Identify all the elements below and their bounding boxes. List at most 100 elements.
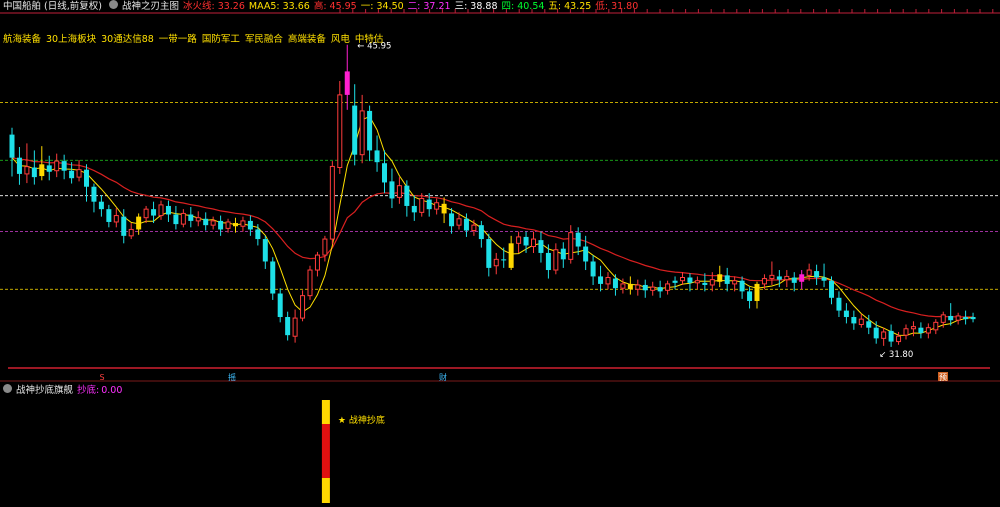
candle-body bbox=[396, 185, 402, 198]
candle-body bbox=[31, 167, 37, 178]
candle-body bbox=[158, 204, 164, 217]
indicator-values: 冰火线: 33.26 MAA5: 33.66 高: 45.95 一: 34.50 二: … bbox=[183, 0, 642, 14]
candle-body bbox=[382, 163, 387, 183]
candle-body bbox=[136, 216, 142, 230]
candle-body bbox=[531, 238, 536, 248]
candle-body bbox=[925, 327, 931, 334]
candle-body bbox=[218, 220, 224, 230]
candle-body bbox=[113, 215, 119, 223]
event-marker-m3: 财 bbox=[439, 372, 447, 382]
candle-body bbox=[717, 274, 723, 282]
concept-tag[interactable]: 30通达信88 bbox=[101, 34, 154, 45]
sub-indicator-name[interactable]: 战神抄底旗舰 bbox=[16, 384, 73, 398]
event-marker-m1: S bbox=[99, 373, 104, 382]
candle-body bbox=[478, 225, 484, 240]
candle-body bbox=[672, 280, 678, 283]
stock-title[interactable]: 中国船舶 (日线,前复权) bbox=[3, 0, 102, 14]
candle-body bbox=[568, 232, 574, 260]
candle-body bbox=[516, 236, 522, 244]
candle-body bbox=[680, 277, 685, 282]
candle-body bbox=[702, 282, 708, 285]
candle-body bbox=[493, 258, 499, 267]
legend-item: MAA5: 33.66 bbox=[248, 1, 310, 12]
candle-body bbox=[769, 274, 775, 280]
candle-body bbox=[687, 277, 693, 283]
candle-body bbox=[404, 185, 410, 206]
candle-body bbox=[821, 277, 827, 281]
event-marker-m4: 预 bbox=[939, 372, 947, 382]
candle-body bbox=[694, 280, 700, 284]
candle-body bbox=[255, 229, 261, 240]
candle-body bbox=[486, 239, 492, 268]
candle-body bbox=[210, 220, 216, 226]
indicator-name[interactable]: 战神之刃主图 bbox=[122, 0, 179, 14]
candle-body bbox=[121, 216, 127, 236]
candle-body bbox=[888, 330, 894, 342]
candle-body bbox=[426, 199, 432, 210]
legend-item: 五: 43.25 bbox=[548, 1, 592, 12]
candle-body bbox=[54, 160, 60, 172]
candle-body bbox=[642, 284, 648, 291]
candle-body bbox=[329, 165, 335, 240]
candle-body bbox=[69, 170, 75, 179]
candle-body bbox=[434, 202, 440, 210]
candle-body bbox=[829, 280, 834, 298]
candle-body bbox=[940, 314, 946, 323]
concept-tag[interactable]: 风电 bbox=[331, 34, 350, 45]
candle-body bbox=[322, 238, 328, 256]
candle-body bbox=[165, 205, 171, 215]
candle-body bbox=[620, 283, 626, 289]
candle-body bbox=[560, 248, 566, 260]
legend-item: 四: 40.54 bbox=[501, 1, 545, 12]
settings-gear-icon[interactable] bbox=[108, 0, 118, 9]
candle-body bbox=[61, 161, 67, 171]
candle-body bbox=[650, 286, 656, 291]
candle-body bbox=[344, 71, 350, 95]
sub-settings-gear-icon[interactable] bbox=[3, 384, 12, 393]
candle-body bbox=[665, 283, 671, 291]
concept-tag[interactable]: 高端装备 bbox=[288, 34, 326, 45]
candle-body bbox=[590, 261, 596, 277]
ma-short-line bbox=[11, 115, 974, 336]
concept-tags: 航海装备 30上海板块 30通达信88 一带一路 国防军工 军民融合 高端装备 风电 中特估 bbox=[3, 34, 388, 46]
candle-body bbox=[970, 317, 976, 320]
signal-label: ★ 战神抄底 bbox=[338, 414, 385, 426]
candle-body bbox=[657, 287, 663, 292]
concept-tag[interactable]: 30上海板块 bbox=[46, 34, 96, 45]
candle-body bbox=[180, 212, 186, 225]
candle-body bbox=[903, 328, 909, 336]
main-indicator-legend: 中国船舶 (日线,前复权) 战神之刃主图 冰火线: 33.26 MAA5: 33.… bbox=[0, 0, 642, 14]
legend-item: 高: 45.95 bbox=[313, 1, 357, 12]
signal-bar-top bbox=[321, 400, 330, 424]
candle-body bbox=[9, 134, 15, 158]
candle-body bbox=[143, 208, 149, 219]
candle-body bbox=[575, 232, 581, 247]
concept-tag[interactable]: 航海装备 bbox=[3, 34, 41, 45]
candle-body bbox=[881, 331, 887, 339]
candle-body bbox=[858, 318, 864, 325]
candle-body bbox=[955, 315, 961, 321]
concept-tag[interactable]: 中特估 bbox=[355, 34, 384, 45]
candle-body bbox=[963, 317, 969, 320]
candle-body bbox=[948, 315, 954, 321]
candle-body bbox=[106, 209, 112, 222]
concept-tag[interactable]: 一带一路 bbox=[159, 34, 197, 45]
legend-item: 三: 38.88 bbox=[454, 1, 498, 12]
candle-body bbox=[240, 220, 246, 227]
legend-item: 一: 34.50 bbox=[360, 1, 404, 12]
candle-body bbox=[270, 261, 276, 294]
main-chart[interactable]: ← 45.95↙ 31.80S摇财预★ 战神抄底★ 战神抄底 bbox=[0, 0, 1000, 503]
concept-tag[interactable]: 国防军工 bbox=[202, 34, 240, 45]
candle-body bbox=[128, 228, 134, 237]
sub-indicator-label: 抄底: bbox=[77, 385, 100, 396]
legend-item: 冰火线: 33.26 bbox=[182, 1, 245, 12]
candle-body bbox=[292, 317, 298, 337]
candle-body bbox=[910, 326, 916, 330]
concept-tag[interactable]: 军民融合 bbox=[245, 34, 283, 45]
candle-body bbox=[791, 277, 797, 283]
candle-body bbox=[285, 317, 291, 336]
chart-window: ← 45.95↙ 31.80S摇财预★ 战神抄底★ 战神抄底 中国船舶 (日线,… bbox=[0, 0, 1000, 503]
candle-body bbox=[247, 220, 253, 230]
sub-indicator-legend: 战神抄底旗舰 抄底: 0.00 bbox=[0, 384, 126, 398]
candle-body bbox=[195, 217, 201, 222]
